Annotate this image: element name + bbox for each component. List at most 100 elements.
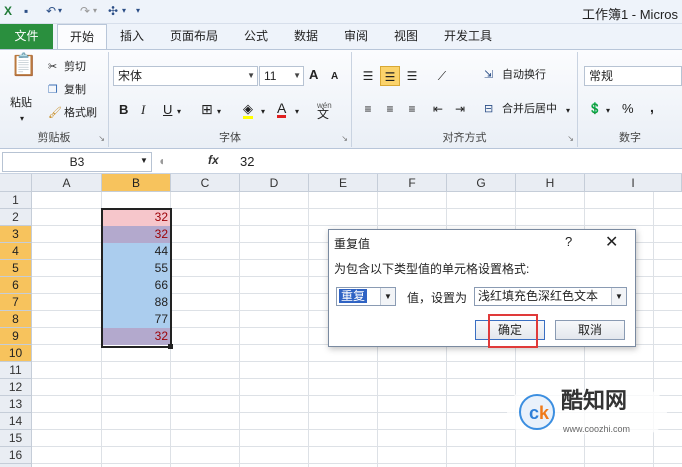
accounting-dropdown-icon[interactable]: ▾ bbox=[606, 104, 610, 118]
copy-button[interactable]: 复制 bbox=[64, 83, 86, 97]
merge-center-button[interactable]: 合并后居中 bbox=[502, 102, 557, 116]
col-header-c[interactable]: C bbox=[171, 174, 240, 192]
row-header[interactable]: 10 bbox=[0, 345, 32, 362]
indent-increase-icon[interactable]: ⇥ bbox=[450, 99, 470, 119]
grow-font-button[interactable]: A bbox=[309, 68, 318, 82]
accounting-icon[interactable]: 💲 bbox=[588, 102, 602, 116]
tab-review[interactable]: 审阅 bbox=[344, 28, 368, 44]
font-name-select[interactable]: 宋体 ▼ bbox=[113, 66, 258, 86]
col-header-a[interactable]: A bbox=[32, 174, 102, 192]
shrink-font-button[interactable]: A bbox=[331, 70, 338, 84]
undo-icon[interactable]: ↶ bbox=[46, 3, 56, 19]
row-header[interactable]: 13 bbox=[0, 396, 32, 413]
row-header[interactable]: 2 bbox=[0, 209, 32, 226]
row-header[interactable]: 9 bbox=[0, 328, 32, 345]
cancel-button[interactable]: 取消 bbox=[555, 320, 625, 340]
row-header[interactable]: 4 bbox=[0, 243, 32, 260]
cut-button[interactable]: 剪切 bbox=[64, 60, 86, 74]
alignment-launcher-icon[interactable]: ↘ bbox=[567, 134, 574, 143]
col-header-h[interactable]: H bbox=[516, 174, 585, 192]
align-middle-icon[interactable]: ☰ bbox=[380, 66, 400, 86]
align-center-icon[interactable]: ≡ bbox=[380, 99, 400, 119]
format-painter-button[interactable]: 格式刷 bbox=[64, 106, 97, 120]
customize-icon[interactable]: ✣ bbox=[108, 3, 118, 19]
tab-page-layout[interactable]: 页面布局 bbox=[170, 28, 218, 44]
merge-center-icon[interactable]: ⊟ bbox=[484, 102, 493, 116]
name-box[interactable]: B3 bbox=[2, 152, 152, 172]
paste-button[interactable]: 粘贴 bbox=[10, 96, 32, 110]
clipboard-launcher-icon[interactable]: ↘ bbox=[98, 134, 105, 143]
formula-bar-grip-icon[interactable]: ◖ bbox=[158, 154, 165, 168]
customize-dropdown-icon[interactable]: ▾ bbox=[122, 3, 126, 19]
orientation-icon[interactable]: ⟋ bbox=[432, 66, 452, 86]
paste-icon[interactable]: 📋 bbox=[10, 54, 37, 76]
underline-dropdown-icon[interactable]: ▾ bbox=[177, 105, 181, 119]
value-type-select[interactable]: 重复 ▼ bbox=[336, 287, 396, 306]
fill-handle[interactable] bbox=[168, 344, 173, 349]
row-header[interactable]: 11 bbox=[0, 362, 32, 379]
col-header-e[interactable]: E bbox=[309, 174, 378, 192]
align-right-icon[interactable]: ≡ bbox=[402, 99, 422, 119]
col-header-f[interactable]: F bbox=[378, 174, 447, 192]
col-header-b[interactable]: B bbox=[102, 174, 171, 192]
percent-button[interactable]: % bbox=[622, 102, 634, 116]
tab-file[interactable]: 文件 bbox=[0, 24, 53, 49]
wrap-text-icon[interactable]: ⇲ bbox=[484, 68, 493, 82]
font-color-icon[interactable]: A bbox=[277, 101, 287, 118]
clipboard-group: 📋 粘贴 ▾ ✂ 剪切 ❐ 复制 🖌 格式刷 剪贴板 ↘ bbox=[0, 52, 109, 147]
col-header-d[interactable]: D bbox=[240, 174, 309, 192]
row-header[interactable]: 12 bbox=[0, 379, 32, 396]
qa-menu-icon[interactable]: ▾ bbox=[136, 3, 140, 19]
redo-icon[interactable]: ↷ bbox=[80, 3, 90, 19]
formula-input[interactable]: 32 bbox=[240, 154, 254, 169]
format-select[interactable]: 浅红填充色深红色文本 ▼ bbox=[474, 287, 627, 306]
col-header-i[interactable]: I bbox=[585, 174, 682, 192]
row-header[interactable]: 8 bbox=[0, 311, 32, 328]
fill-dropdown-icon[interactable]: ▾ bbox=[261, 105, 265, 119]
fill-color-icon[interactable]: ◈ bbox=[243, 102, 253, 119]
indent-decrease-icon[interactable]: ⇤ bbox=[428, 99, 448, 119]
help-icon[interactable]: ? bbox=[565, 234, 572, 249]
bold-button[interactable]: B bbox=[119, 103, 128, 117]
wrap-text-button[interactable]: 自动换行 bbox=[502, 68, 546, 82]
row-header[interactable]: 1 bbox=[0, 192, 32, 209]
merge-dropdown-icon[interactable]: ▾ bbox=[566, 104, 570, 118]
italic-button[interactable]: I bbox=[141, 103, 145, 117]
align-bottom-icon[interactable]: ☰ bbox=[402, 66, 422, 86]
save-icon[interactable]: ▪ bbox=[24, 3, 28, 19]
format-painter-icon[interactable]: 🖌 bbox=[48, 106, 62, 120]
row-header[interactable]: 3 bbox=[0, 226, 32, 243]
align-left-icon[interactable]: ≡ bbox=[358, 99, 378, 119]
align-top-icon[interactable]: ☰ bbox=[358, 66, 378, 86]
copy-icon[interactable]: ❐ bbox=[48, 83, 58, 97]
font-color-dropdown-icon[interactable]: ▾ bbox=[295, 105, 299, 119]
comma-button[interactable]: , bbox=[650, 100, 654, 114]
col-header-g[interactable]: G bbox=[447, 174, 516, 192]
border-dropdown-icon[interactable]: ▾ bbox=[217, 105, 221, 119]
tab-formulas[interactable]: 公式 bbox=[244, 28, 268, 44]
tab-developer[interactable]: 开发工具 bbox=[444, 28, 492, 44]
tab-view[interactable]: 视图 bbox=[394, 28, 418, 44]
redo-dropdown-icon[interactable]: ▾ bbox=[93, 3, 97, 19]
row-header[interactable]: 6 bbox=[0, 277, 32, 294]
border-icon[interactable]: ⊞ bbox=[201, 102, 213, 116]
tab-data[interactable]: 数据 bbox=[294, 28, 318, 44]
row-header[interactable]: 15 bbox=[0, 430, 32, 447]
font-launcher-icon[interactable]: ↘ bbox=[341, 134, 348, 143]
underline-button[interactable]: U bbox=[163, 103, 172, 117]
paste-dropdown-icon[interactable]: ▾ bbox=[20, 112, 24, 126]
chevron-down-icon[interactable]: ▼ bbox=[140, 156, 148, 165]
tab-home[interactable]: 开始 bbox=[57, 24, 107, 49]
close-icon[interactable]: ✕ bbox=[605, 232, 618, 252]
row-header[interactable]: 5 bbox=[0, 260, 32, 277]
undo-dropdown-icon[interactable]: ▾ bbox=[58, 3, 62, 19]
number-format-select[interactable]: 常规 bbox=[584, 66, 682, 86]
tab-insert[interactable]: 插入 bbox=[120, 28, 144, 44]
row-header[interactable]: 7 bbox=[0, 294, 32, 311]
cut-icon[interactable]: ✂ bbox=[48, 60, 57, 74]
font-size-select[interactable]: 11 ▼ bbox=[259, 66, 304, 86]
row-header[interactable]: 16 bbox=[0, 447, 32, 464]
select-all-corner[interactable] bbox=[0, 174, 32, 192]
row-header[interactable]: 14 bbox=[0, 413, 32, 430]
insert-function-icon[interactable]: fx bbox=[208, 153, 219, 167]
